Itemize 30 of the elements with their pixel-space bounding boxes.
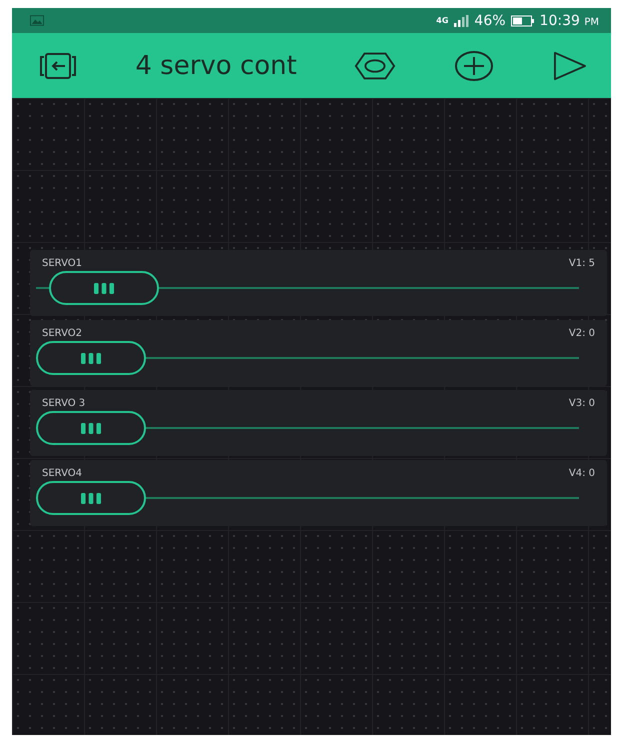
add-icon[interactable] <box>454 50 494 82</box>
hexagon-nut-icon[interactable] <box>354 50 396 80</box>
slider-label: SERVO2 <box>42 328 82 339</box>
slider-thumb[interactable] <box>48 271 159 305</box>
network-label: 4G <box>436 16 448 25</box>
image-icon <box>30 15 44 26</box>
grip-icon <box>94 282 114 294</box>
slider-thumb[interactable] <box>36 481 146 515</box>
battery-icon <box>510 14 535 26</box>
grip-icon <box>81 352 101 364</box>
slider-track[interactable] <box>36 481 579 515</box>
pin-value: V4: 0 <box>568 468 595 479</box>
slider-thumb[interactable] <box>36 341 146 375</box>
project-title: 4 servo cont <box>135 50 297 80</box>
slider-thumb[interactable] <box>36 411 146 445</box>
signal-icon <box>453 14 470 26</box>
pin-value: V1: 5 <box>568 258 595 269</box>
clock: 10:39 PM <box>540 12 599 28</box>
pin-value: V2: 0 <box>568 328 595 339</box>
slider-track[interactable] <box>36 341 579 375</box>
grip-icon <box>81 492 101 504</box>
battery-percent: 46% <box>474 12 506 28</box>
slider-label: SERVO 3 <box>42 398 86 409</box>
exit-icon[interactable] <box>38 52 78 80</box>
slider-label: SERVO1 <box>42 258 82 269</box>
grip-icon <box>81 422 101 434</box>
slider-label: SERVO4 <box>42 468 82 479</box>
pin-value: V3: 0 <box>568 398 595 409</box>
slider-track[interactable] <box>36 411 579 445</box>
slider-track[interactable] <box>36 271 579 305</box>
